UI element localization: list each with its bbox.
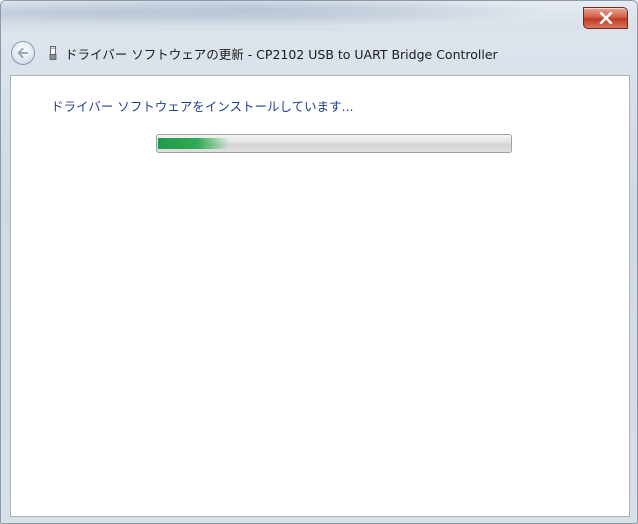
usb-device-icon [47, 45, 59, 61]
window-title: ドライバー ソフトウェアの更新 - CP2102 USB to UART Bri… [65, 46, 498, 62]
back-arrow-icon [17, 48, 28, 58]
title-bar [1, 1, 637, 31]
wizard-content-panel: ドライバー ソフトウェアをインストールしています... [10, 75, 630, 517]
close-icon [599, 12, 612, 24]
progress-fill [158, 138, 229, 149]
close-button[interactable] [583, 7, 628, 29]
install-progress-bar [156, 134, 512, 153]
back-button[interactable] [11, 41, 35, 65]
update-driver-window: ドライバー ソフトウェアの更新 - CP2102 USB to UART Bri… [0, 0, 638, 524]
status-heading: ドライバー ソフトウェアをインストールしています... [51, 99, 354, 114]
wizard-header: ドライバー ソフトウェアの更新 - CP2102 USB to UART Bri… [11, 39, 627, 67]
